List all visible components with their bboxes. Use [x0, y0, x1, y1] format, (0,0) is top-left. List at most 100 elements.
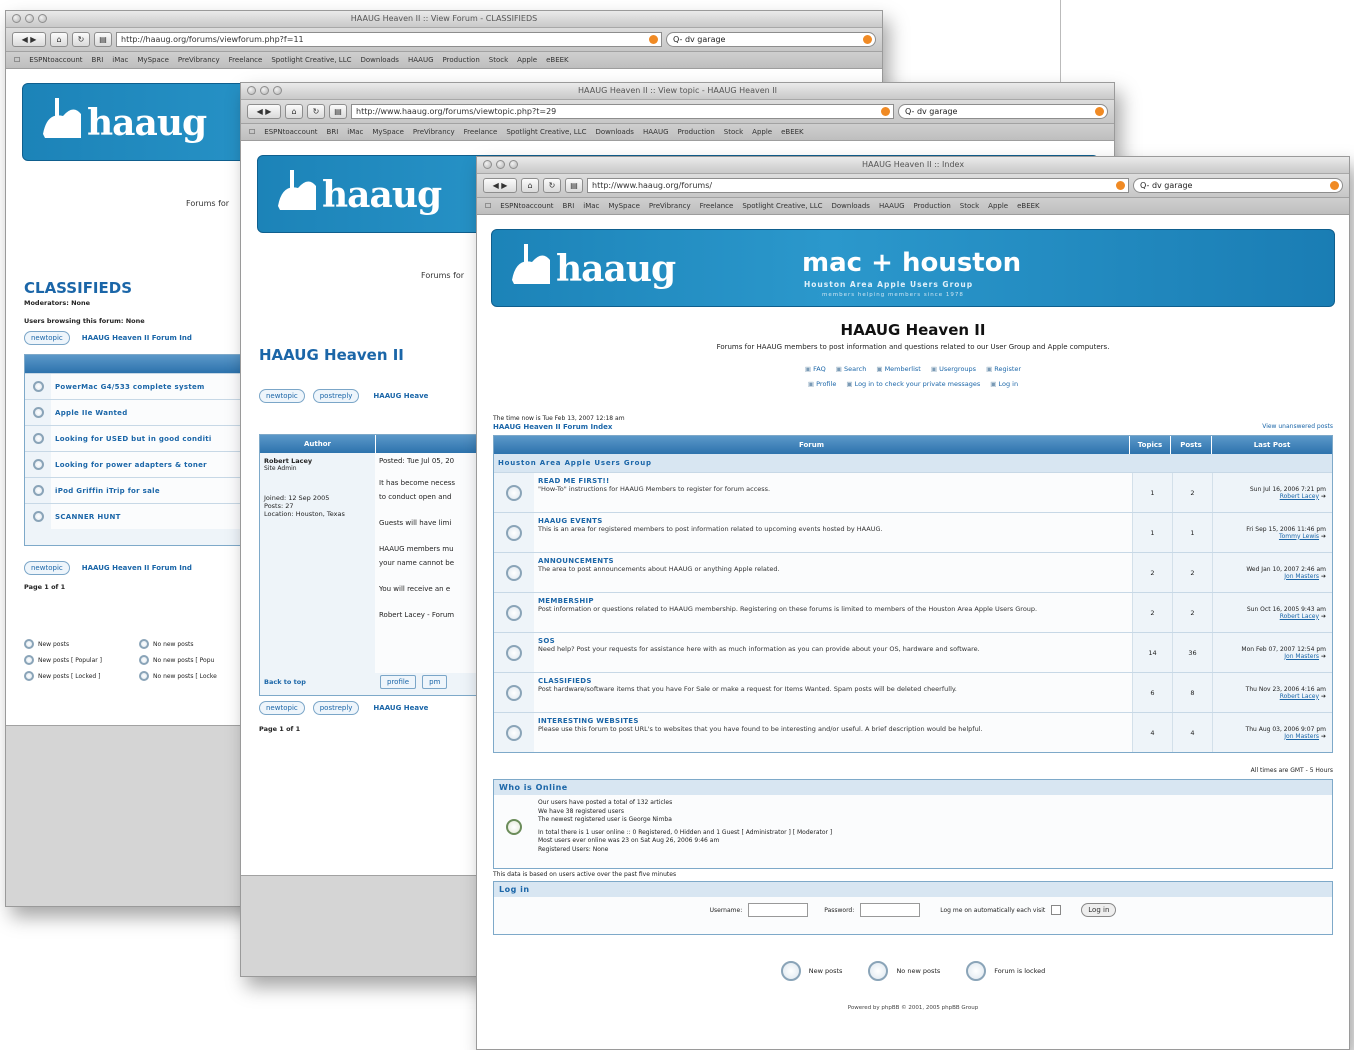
home-icon[interactable]: ⌂	[521, 178, 539, 193]
bookmark-item[interactable]: MySpace	[372, 128, 404, 136]
rss-icon[interactable]	[881, 107, 890, 116]
bookmark-item[interactable]: ESPNtoaccount	[264, 128, 317, 136]
nav-label[interactable]: Log in to check your private messages	[855, 380, 981, 388]
bookmark-item[interactable]: eBEEK	[546, 56, 569, 64]
topic-title[interactable]: SCANNER HUNT	[55, 513, 121, 521]
reload-icon[interactable]: ↻	[72, 32, 90, 47]
back-forward-button[interactable]: ◀ ▶	[483, 178, 517, 193]
bookmark-item[interactable]: PreVibrancy	[413, 128, 455, 136]
goto-last-post-icon[interactable]: ➔	[1321, 653, 1326, 660]
forum-name[interactable]: ANNOUNCEMENTS	[538, 557, 1128, 565]
bookmark-item[interactable]: HAAUG	[879, 202, 905, 210]
bookmark-item[interactable]: Spotlight Creative, LLC	[506, 128, 586, 136]
forum-row[interactable]: CLASSIFIEDS Post hardware/software items …	[494, 672, 1332, 712]
rss-icon[interactable]	[649, 35, 658, 44]
bookmark-item[interactable]: Apple	[988, 202, 1008, 210]
print-icon[interactable]: ▤	[329, 104, 347, 119]
bookmark-item[interactable]: iMac	[112, 56, 128, 64]
bookmark-item[interactable]: eBEEK	[1017, 202, 1040, 210]
nav-link[interactable]: ▣ FAQ	[805, 365, 826, 373]
last-post-author[interactable]: Jon Masters	[1284, 733, 1319, 740]
bookmark-item[interactable]: Apple	[752, 128, 772, 136]
search-field[interactable]: Q- dv garage	[898, 104, 1108, 119]
back-to-top-link[interactable]: Back to top	[264, 678, 374, 686]
bookmark-item[interactable]: iMac	[347, 128, 363, 136]
forum-name[interactable]: MEMBERSHIP	[538, 597, 1128, 605]
bookmark-item[interactable]: ESPNtoaccount	[29, 56, 82, 64]
reload-icon[interactable]: ↻	[307, 104, 325, 119]
nav-label[interactable]: Profile	[816, 380, 836, 388]
nav-link[interactable]: ▣ Memberlist	[876, 365, 921, 373]
login-button[interactable]: Log in	[1081, 903, 1117, 917]
profile-button[interactable]: profile	[380, 675, 417, 689]
bookmark-item[interactable]: BRI	[92, 56, 104, 64]
bookmark-item[interactable]: Downloads	[831, 202, 869, 210]
forum-row[interactable]: MEMBERSHIP Post information or questions …	[494, 592, 1332, 632]
forum-name[interactable]: HAAUG EVENTS	[538, 517, 1128, 525]
nav-link[interactable]: ▣ Profile	[808, 380, 836, 388]
forum-name[interactable]: READ ME FIRST!!	[538, 477, 1128, 485]
new-topic-button-bottom[interactable]: newtopic	[259, 701, 305, 715]
bookmark-item[interactable]: Apple	[517, 56, 537, 64]
bookmark-item[interactable]: Stock	[960, 202, 979, 210]
forum-index-link[interactable]: HAAUG Heave	[373, 392, 428, 400]
bookmark-item[interactable]: iMac	[583, 202, 599, 210]
nav-label[interactable]: Memberlist	[885, 365, 921, 373]
search-clear-icon[interactable]	[863, 35, 872, 44]
bookmark-item[interactable]: Production	[443, 56, 480, 64]
bookmark-item[interactable]: Spotlight Creative, LLC	[742, 202, 822, 210]
bookmark-item[interactable]: BRI	[327, 128, 339, 136]
bookmarks-icon[interactable]: ☐	[485, 202, 491, 210]
search-clear-icon[interactable]	[1095, 107, 1104, 116]
goto-last-post-icon[interactable]: ➔	[1321, 693, 1326, 700]
back-forward-button[interactable]: ◀ ▶	[12, 32, 46, 47]
category-row[interactable]: Houston Area Apple Users Group	[494, 454, 1332, 472]
last-post-author[interactable]: Robert Lacey	[1280, 613, 1319, 620]
topic-title[interactable]: iPod Griffin iTrip for sale	[55, 487, 160, 495]
forum-index-link-bottom[interactable]: HAAUG Heave	[373, 704, 428, 712]
zoom-icon[interactable]	[509, 160, 518, 169]
bookmark-item[interactable]: HAAUG	[643, 128, 669, 136]
nav-label[interactable]: Register	[994, 365, 1021, 373]
bookmark-item[interactable]: Freelance	[700, 202, 734, 210]
close-icon[interactable]	[483, 160, 492, 169]
home-icon[interactable]: ⌂	[285, 104, 303, 119]
bookmark-item[interactable]: MySpace	[137, 56, 169, 64]
forum-row[interactable]: INTERESTING WEBSITES Please use this foru…	[494, 712, 1332, 752]
bookmark-item[interactable]: HAAUG	[408, 56, 434, 64]
bookmark-item[interactable]: Production	[914, 202, 951, 210]
search-clear-icon[interactable]	[1330, 181, 1339, 190]
new-topic-button-bottom[interactable]: newtopic	[24, 561, 70, 575]
unanswered-posts-link[interactable]: View unanswered posts	[1262, 423, 1333, 430]
topic-title[interactable]: PowerMac G4/533 complete system	[55, 383, 205, 391]
bookmarks-icon[interactable]: ☐	[14, 56, 20, 64]
home-icon[interactable]: ⌂	[50, 32, 68, 47]
topic-title[interactable]: Looking for USED but in good conditi	[55, 435, 212, 443]
new-topic-button[interactable]: newtopic	[259, 389, 305, 403]
bookmark-item[interactable]: Stock	[489, 56, 508, 64]
forum-index-link[interactable]: HAAUG Heaven II Forum Ind	[82, 334, 192, 342]
last-post-author[interactable]: Tommy Lewis	[1279, 533, 1319, 540]
autologin-checkbox[interactable]	[1051, 905, 1062, 915]
address-bar[interactable]: http://www.haaug.org/forums/viewtopic.ph…	[351, 104, 894, 119]
bookmark-item[interactable]: PreVibrancy	[178, 56, 220, 64]
nav-label[interactable]: Usergroups	[939, 365, 976, 373]
nav-label[interactable]: FAQ	[813, 365, 826, 373]
topic-title[interactable]: Apple IIe Wanted	[55, 409, 128, 417]
new-topic-button[interactable]: newtopic	[24, 331, 70, 345]
bookmark-item[interactable]: Production	[678, 128, 715, 136]
password-input[interactable]	[860, 903, 921, 917]
forum-name[interactable]: SOS	[538, 637, 1128, 645]
goto-last-post-icon[interactable]: ➔	[1321, 573, 1326, 580]
nav-label[interactable]: Search	[844, 365, 866, 373]
last-post-author[interactable]: Robert Lacey	[1280, 493, 1319, 500]
goto-last-post-icon[interactable]: ➔	[1321, 613, 1326, 620]
forum-row[interactable]: ANNOUNCEMENTS The area to post announceme…	[494, 552, 1332, 592]
username-input[interactable]	[748, 903, 809, 917]
topic-title[interactable]: Looking for power adapters & toner	[55, 461, 207, 469]
last-post-author[interactable]: Jon Masters	[1284, 653, 1319, 660]
forum-index-link-bottom[interactable]: HAAUG Heaven II Forum Ind	[82, 564, 192, 572]
forum-name[interactable]: INTERESTING WEBSITES	[538, 717, 1128, 725]
goto-last-post-icon[interactable]: ➔	[1321, 733, 1326, 740]
bookmark-item[interactable]: Freelance	[464, 128, 498, 136]
